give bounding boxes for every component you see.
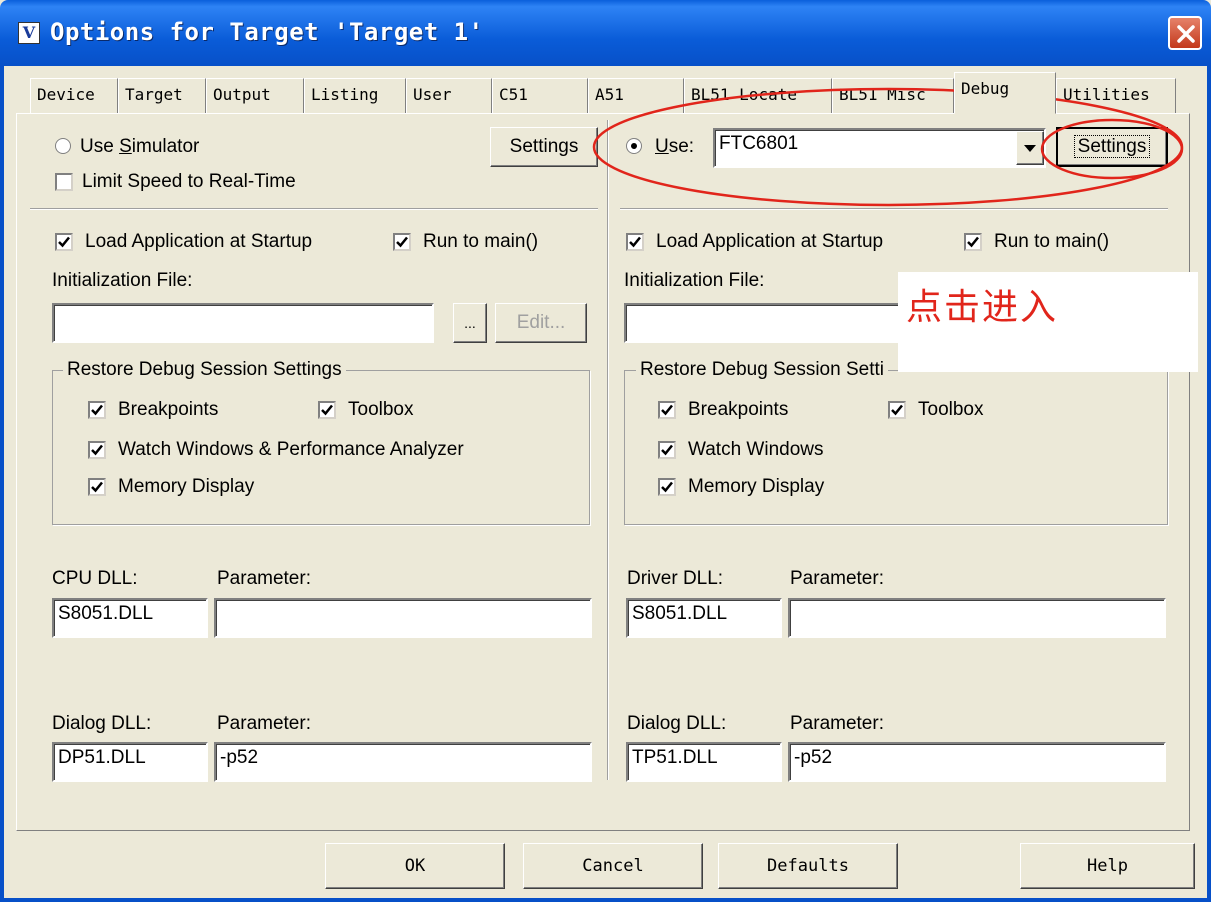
app-icon: V [18,22,40,44]
breakpoints-checkbox-left[interactable] [88,401,106,419]
check-icon [967,236,979,248]
driver-dll-label: Driver DLL: [627,568,724,589]
breakpoints-checkbox-right[interactable] [658,401,676,419]
close-icon [1177,25,1195,43]
restore-group-title-right: Restore Debug Session Setti [636,359,888,381]
watch-checkbox-left[interactable] [88,441,106,459]
breakpoints-label-left: Breakpoints [118,399,219,420]
tab-bl51-locate[interactable]: BL51 Locate [684,78,832,114]
driver-dll-input[interactable]: S8051.DLL [626,598,782,638]
breakpoints-label-right: Breakpoints [688,399,789,420]
dialog-param-label-left: Parameter: [217,713,311,734]
annotation-text: 点击进入 [906,287,1059,328]
dialog-param-input-left[interactable]: -p52 [214,742,592,782]
driver-param-input[interactable] [788,598,1166,638]
load-app-label-right: Load Application at Startup [656,231,884,252]
check-icon [321,404,333,416]
dialog-dll-input-left[interactable]: DP51.DLL [52,742,208,782]
driver-settings-button[interactable]: Settings [1056,127,1168,167]
dialog-param-label-right: Parameter: [790,713,884,734]
check-icon [661,481,673,493]
tab-target[interactable]: Target [118,78,206,114]
check-icon [661,404,673,416]
memory-label-right: Memory Display [688,476,825,497]
tab-device[interactable]: Device [30,78,118,114]
check-icon [91,481,103,493]
defaults-button[interactable]: Defaults [718,843,898,889]
tab-output[interactable]: Output [206,78,304,114]
run-to-main-label-right: Run to main() [994,231,1110,252]
tab-bl51-misc[interactable]: BL51 Misc [832,78,954,114]
window-border-bottom [0,898,1211,902]
check-icon [396,236,408,248]
cpu-param-input[interactable] [214,598,592,638]
init-file-input-right[interactable] [624,303,924,343]
toolbox-label-left: Toolbox [348,399,414,420]
dialog-dll-input-right[interactable]: TP51.DLL [626,742,782,782]
toolbox-label-right: Toolbox [918,399,984,420]
memory-checkbox-right[interactable] [658,478,676,496]
use-driver-label: Use: [655,136,695,157]
run-to-main-checkbox-left[interactable] [393,233,411,251]
tab-utilities[interactable]: Utilities [1056,78,1176,114]
cpu-dll-input[interactable]: S8051.DLL [52,598,208,638]
restore-group-title-left: Restore Debug Session Settings [63,359,346,381]
load-app-checkbox-right[interactable] [626,233,644,251]
limit-speed-checkbox[interactable] [55,173,73,191]
close-button[interactable] [1168,16,1202,50]
cpu-param-label: Parameter: [217,568,311,589]
run-to-main-checkbox-right[interactable] [964,233,982,251]
window-border-left [0,66,4,902]
driver-dropdown-button[interactable] [1016,131,1044,165]
tab-debug[interactable]: Debug [954,72,1056,114]
tab-user[interactable]: User [406,78,492,114]
toolbox-checkbox-right[interactable] [888,401,906,419]
simulator-settings-button[interactable]: Settings [490,127,598,167]
load-app-label-left: Load Application at Startup [85,231,313,252]
dialog-param-input-right[interactable]: -p52 [788,742,1166,782]
run-to-main-label-left: Run to main() [423,231,539,252]
cancel-button[interactable]: Cancel [523,843,703,889]
use-simulator-label: Use Simulator [80,136,200,157]
edit-button[interactable]: Edit... [495,303,587,343]
left-header-divider [30,208,598,210]
right-header-divider [620,208,1168,210]
limit-speed-label: Limit Speed to Real-Time [82,171,296,192]
tab-listing[interactable]: Listing [304,78,406,114]
check-icon [629,236,641,248]
chevron-down-icon [1024,145,1036,152]
init-file-label-right: Initialization File: [624,270,765,291]
check-icon [91,444,103,456]
window-border-right [1207,66,1211,902]
tab-c51[interactable]: C51 [492,78,588,114]
help-button[interactable]: Help [1020,843,1195,889]
use-driver-radio[interactable] [626,138,642,154]
init-file-label-left: Initialization File: [52,270,193,291]
browse-button[interactable]: ... [453,303,487,343]
cpu-dll-label: CPU DLL: [52,568,138,589]
toolbox-checkbox-left[interactable] [318,401,336,419]
dialog-dll-label-right: Dialog DLL: [627,713,727,734]
window-title: Options for Target 'Target 1' [50,18,484,46]
use-simulator-radio[interactable] [55,138,71,154]
check-icon [58,236,70,248]
check-icon [661,444,673,456]
memory-checkbox-left[interactable] [88,478,106,496]
driver-select[interactable]: FTC6801 [713,128,1046,168]
dialog-dll-label-left: Dialog DLL: [52,713,152,734]
watch-label-right: Watch Windows [688,439,824,460]
driver-param-label: Parameter: [790,568,884,589]
load-app-checkbox-left[interactable] [55,233,73,251]
check-icon [891,404,903,416]
memory-label-left: Memory Display [118,476,255,497]
tab-a51[interactable]: A51 [588,78,684,114]
driver-settings-label: Settings [1073,135,1151,158]
init-file-input-left[interactable] [52,303,434,343]
ok-button[interactable]: OK [325,843,505,889]
watch-label-left: Watch Windows & Performance Analyzer [118,439,464,460]
check-icon [91,404,103,416]
column-divider [607,120,609,780]
watch-checkbox-right[interactable] [658,441,676,459]
